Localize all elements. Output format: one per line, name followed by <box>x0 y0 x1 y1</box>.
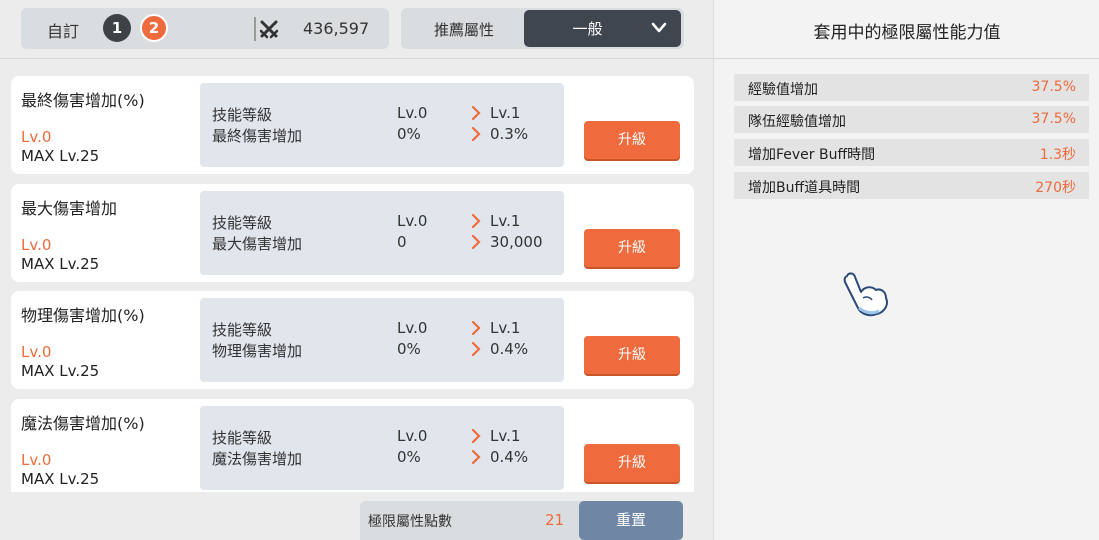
stat-label: 技能等級 <box>212 214 273 232</box>
divider <box>0 58 713 59</box>
skill-level: Lv.0 <box>21 343 52 361</box>
skill-stat-box: 技能等級 Lv.0 Lv.1 物理傷害增加 0% 0.4% <box>200 298 564 382</box>
divider <box>254 17 256 41</box>
stat-label: 技能等級 <box>212 106 273 124</box>
attribute-points-bar: 極限屬性點數 21 重置 <box>360 501 683 540</box>
attribute-value: 1.3秒 <box>1039 147 1076 163</box>
upgrade-button[interactable]: 升級 <box>584 336 680 374</box>
skill-level: Lv.0 <box>21 236 52 254</box>
attribute-row: 增加Buff道具時間 270秒 <box>734 172 1089 199</box>
stat-label: 技能等級 <box>212 429 273 447</box>
divider <box>714 58 1099 59</box>
chevron-right-icon <box>471 429 481 443</box>
stat-current: 0 <box>397 233 407 251</box>
stat-next: Lv.1 <box>490 319 521 337</box>
attribute-label: 增加Buff道具時間 <box>748 180 861 196</box>
stat-label: 最終傷害增加 <box>212 127 303 145</box>
chevron-down-icon <box>651 22 667 33</box>
chevron-right-icon <box>471 321 481 335</box>
reset-button[interactable]: 重置 <box>579 501 683 540</box>
upgrade-button[interactable]: 升級 <box>584 444 680 482</box>
points-value: 21 <box>545 511 565 529</box>
stat-current: Lv.0 <box>397 427 428 445</box>
skill-title: 最大傷害增加 <box>21 199 118 218</box>
skill-card: 魔法傷害增加(%) Lv.0 MAX Lv.25 技能等級 Lv.0 Lv.1 … <box>11 399 694 492</box>
chevron-right-icon <box>471 342 481 356</box>
stat-current: 0% <box>397 125 421 143</box>
recommend-dropdown[interactable]: 一般 <box>524 10 681 47</box>
attribute-value: 37.5% <box>1031 111 1076 127</box>
stat-label: 魔法傷害增加 <box>212 450 303 468</box>
skill-title: 魔法傷害增加(%) <box>21 414 145 433</box>
skill-card: 物理傷害增加(%) Lv.0 MAX Lv.25 技能等級 Lv.0 Lv.1 … <box>11 291 694 389</box>
preset-1-button[interactable]: 1 <box>103 14 131 42</box>
attribute-label: 增加Fever Buff時間 <box>748 147 876 163</box>
skill-title: 物理傷害增加(%) <box>21 306 145 325</box>
stat-current: 0% <box>397 448 421 466</box>
stat-next: 0.4% <box>490 340 529 358</box>
chevron-right-icon <box>471 106 481 120</box>
chevron-right-icon <box>471 450 481 464</box>
stat-next: Lv.1 <box>490 212 521 230</box>
attribute-value: 270秒 <box>1035 180 1076 196</box>
skill-level: Lv.0 <box>21 451 52 469</box>
skill-max-level: MAX Lv.25 <box>21 470 100 488</box>
chevron-right-icon <box>471 127 481 141</box>
combat-power-value: 436,597 <box>303 19 370 38</box>
skill-stat-box: 技能等級 Lv.0 Lv.1 最大傷害增加 0 30,000 <box>200 191 564 275</box>
skill-card: 最大傷害增加 Lv.0 MAX Lv.25 技能等級 Lv.0 Lv.1 最大傷… <box>11 184 694 282</box>
crossed-swords-icon <box>259 20 279 39</box>
skill-max-level: MAX Lv.25 <box>21 147 100 165</box>
stat-current: Lv.0 <box>397 212 428 230</box>
skill-stat-box: 技能等級 Lv.0 Lv.1 最終傷害增加 0% 0.3% <box>200 83 564 167</box>
skill-card: 最終傷害增加(%) Lv.0 MAX Lv.25 技能等級 Lv.0 Lv.1 … <box>11 76 694 174</box>
stat-current: 0% <box>397 340 421 358</box>
preset-2-button[interactable]: 2 <box>140 14 168 42</box>
recommend-attribute: 推薦屬性 一般 <box>401 8 684 49</box>
pointer-hand-icon <box>843 272 888 317</box>
upgrade-button[interactable]: 升級 <box>584 229 680 267</box>
attribute-row: 增加Fever Buff時間 1.3秒 <box>734 139 1089 166</box>
points-label: 極限屬性點數 <box>368 514 452 530</box>
skill-max-level: MAX Lv.25 <box>21 255 100 273</box>
stat-next: Lv.1 <box>490 104 521 122</box>
stat-next: 30,000 <box>490 233 543 251</box>
stat-label: 物理傷害增加 <box>212 342 303 360</box>
panel-title: 套用中的極限屬性能力值 <box>813 23 1001 43</box>
stat-label: 技能等級 <box>212 321 273 339</box>
applied-attributes-panel: 套用中的極限屬性能力值 經驗值增加 37.5% 隊伍經驗值增加 37.5% 增加… <box>713 0 1099 540</box>
skill-level: Lv.0 <box>21 128 52 146</box>
skill-stat-box: 技能等級 Lv.0 Lv.1 魔法傷害增加 0% 0.4% <box>200 406 564 490</box>
attribute-row: 經驗值增加 37.5% <box>734 74 1089 101</box>
upgrade-button[interactable]: 升級 <box>584 121 680 159</box>
skill-max-level: MAX Lv.25 <box>21 362 100 380</box>
attribute-value: 37.5% <box>1031 79 1076 95</box>
stat-next: 0.4% <box>490 448 529 466</box>
attribute-label: 隊伍經驗值增加 <box>748 114 846 130</box>
chevron-right-icon <box>471 214 481 228</box>
attribute-label: 經驗值增加 <box>748 82 818 98</box>
skill-panel: 自訂 1 2 436,597 推薦屬性 一般 最終傷害增加(%) Lv.0 MA… <box>0 0 713 540</box>
recommend-value: 一般 <box>572 20 603 38</box>
stat-label: 最大傷害增加 <box>212 235 303 253</box>
preset-selector: 自訂 1 2 436,597 <box>21 8 389 49</box>
stat-next: 0.3% <box>490 125 529 143</box>
attribute-row: 隊伍經驗值增加 37.5% <box>734 106 1089 133</box>
stat-current: Lv.0 <box>397 319 428 337</box>
chevron-right-icon <box>471 235 481 249</box>
recommend-label: 推薦屬性 <box>434 21 495 39</box>
stat-current: Lv.0 <box>397 104 428 122</box>
stat-next: Lv.1 <box>490 427 521 445</box>
preset-label: 自訂 <box>47 22 80 41</box>
skill-title: 最終傷害增加(%) <box>21 91 145 110</box>
